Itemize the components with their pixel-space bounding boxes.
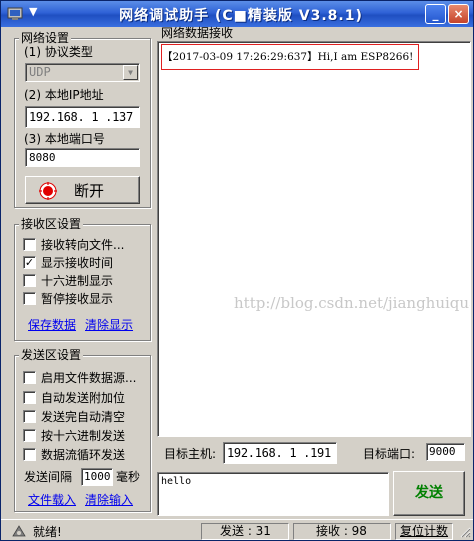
send-option-file-source-checkbox[interactable]: [23, 371, 36, 384]
watermark: http://blog.csdn.net/jianghuiquan: [234, 294, 471, 312]
send-option-file-source-label: 启用文件数据源...: [41, 371, 137, 385]
receive-area-title: 网络数据接收: [161, 26, 234, 40]
send-interval-input[interactable]: 1000: [81, 468, 113, 486]
receive-area[interactable]: 【2017-03-09 17:26:29:637】Hi,I am ESP8266…: [157, 41, 471, 437]
send-button-label: 发送: [415, 485, 443, 501]
recv-option-pause-checkbox[interactable]: [23, 292, 36, 305]
network-settings-group: 网络设置 (1) 协议类型 UDP ▼ (2) 本地IP地址 192.168. …: [14, 30, 151, 208]
target-port-input[interactable]: 9000: [426, 443, 465, 461]
disconnect-label: 断开: [74, 182, 105, 200]
send-option-auto-clear-checkbox[interactable]: [23, 410, 36, 423]
send-option-loop-checkbox[interactable]: [23, 448, 36, 461]
send-option-auto-clear-label: 发送完自动清空: [41, 410, 126, 424]
sent-count-text: 发送 : 31: [220, 524, 271, 538]
recv-option-hex-display-checkbox[interactable]: [23, 274, 36, 287]
local-port-input[interactable]: 8080: [25, 148, 140, 167]
local-ip-label: (2) 本地IP地址: [24, 88, 104, 102]
protocol-value: UDP: [29, 65, 51, 79]
local-port-label: (3) 本地端口号: [24, 132, 105, 146]
recv-count: 接收 : 98: [293, 523, 391, 540]
send-option-loop-label: 数据流循环发送: [41, 448, 126, 462]
app-icon[interactable]: [7, 6, 23, 22]
app-window: ▼ 网络调试助手 (C■精装版 V3.8.1) _ × 网络设置 (1) 协议类…: [0, 0, 474, 541]
close-button[interactable]: ×: [448, 4, 469, 24]
protocol-label: (1) 协议类型: [24, 45, 93, 59]
save-data-link[interactable]: 保存数据: [28, 317, 76, 333]
status-icon: [12, 525, 26, 537]
clear-display-link[interactable]: 清除显示: [85, 317, 133, 333]
receive-line: 【2017-03-09 17:26:29:637】Hi,I am ESP8266…: [162, 51, 414, 63]
protocol-select[interactable]: UDP ▼: [25, 63, 140, 82]
status-ready: 就绪!: [33, 525, 62, 539]
recv-option-hex-display-label: 十六进制显示: [41, 274, 114, 288]
window-title: 网络调试助手 (C■精装版 V3.8.1): [119, 8, 363, 24]
load-file-link[interactable]: 文件载入: [28, 492, 76, 508]
record-icon: [39, 182, 57, 200]
recv-option-show-time-checkbox[interactable]: ✓: [23, 256, 36, 269]
system-menu-icon[interactable]: ▼: [29, 5, 37, 18]
disconnect-button[interactable]: 断开: [25, 176, 140, 204]
recv-option-to-file-checkbox[interactable]: [23, 238, 36, 251]
receive-settings-title: 接收区设置: [19, 216, 84, 232]
send-settings-group: 发送区设置 启用文件数据源... 自动发送附加位 发送完自动清空 按十六进制发送…: [14, 347, 151, 512]
title-bar[interactable]: ▼ 网络调试助手 (C■精装版 V3.8.1) _ ×: [1, 1, 473, 27]
send-option-append-bits-label: 自动发送附加位: [41, 391, 126, 405]
send-button[interactable]: 发送: [393, 471, 465, 516]
local-ip-input[interactable]: 192.168. 1 .137: [25, 106, 140, 128]
clear-input-link[interactable]: 清除输入: [85, 492, 133, 508]
minimize-button[interactable]: _: [425, 4, 446, 24]
reset-count-label: 复位计数: [400, 524, 449, 538]
sent-count: 发送 : 31: [201, 523, 289, 540]
receive-settings-group: 接收区设置 接收转向文件... ✓ 显示接收时间 十六进制显示 暂停接收显示 保…: [14, 216, 151, 341]
recv-option-to-file-label: 接收转向文件...: [41, 238, 125, 252]
send-interval-label: 发送间隔: [24, 470, 73, 484]
recv-count-text: 接收 : 98: [316, 524, 367, 538]
resize-grip-icon[interactable]: [459, 526, 471, 538]
recv-option-pause-label: 暂停接收显示: [41, 292, 114, 306]
recv-option-show-time-label: 显示接收时间: [41, 256, 114, 270]
target-host-label: 目标主机:: [164, 447, 217, 461]
chevron-down-icon[interactable]: ▼: [123, 65, 138, 80]
send-option-hex-checkbox[interactable]: [23, 429, 36, 442]
send-settings-title: 发送区设置: [19, 347, 84, 363]
send-option-append-bits-checkbox[interactable]: [23, 391, 36, 404]
status-bar: 就绪! 发送 : 31 接收 : 98 复位计数: [1, 519, 473, 541]
target-host-input[interactable]: 192.168. 1 .191: [223, 442, 337, 464]
reset-count-button[interactable]: 复位计数: [395, 523, 453, 540]
send-interval-unit: 毫秒: [116, 470, 141, 484]
send-option-hex-label: 按十六进制发送: [41, 429, 126, 443]
send-input[interactable]: hello: [157, 472, 389, 516]
target-port-label: 目标端口:: [363, 447, 416, 461]
